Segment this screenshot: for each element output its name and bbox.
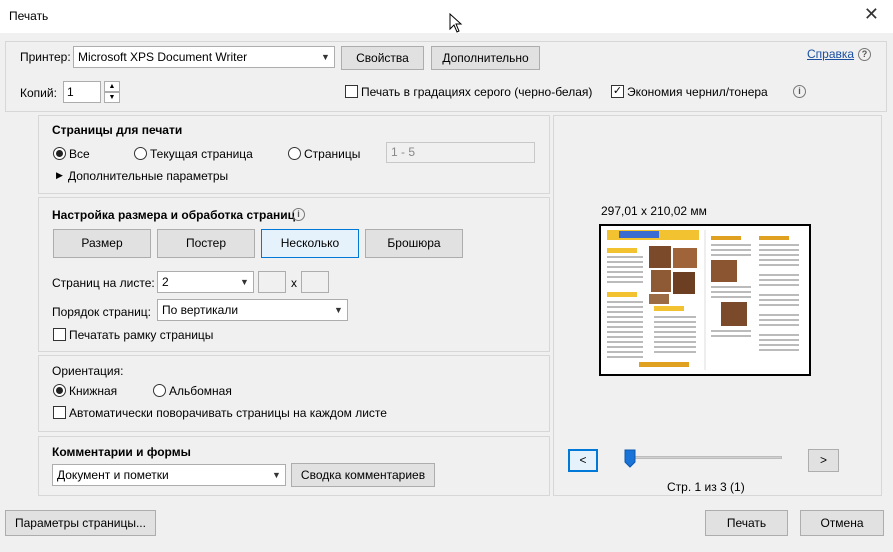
landscape-label: Альбомная <box>169 384 232 398</box>
landscape-radio[interactable] <box>153 384 166 397</box>
mouse-cursor-icon <box>449 13 463 33</box>
pages-range-placeholder: 1 - 5 <box>391 145 416 159</box>
portrait-radio[interactable] <box>53 384 66 397</box>
page-order-select[interactable]: По вертикали ▼ <box>157 299 348 321</box>
auto-rotate-checkbox[interactable] <box>53 406 66 419</box>
chevron-down-icon: ▼ <box>334 305 343 315</box>
cancel-button[interactable]: Отмена <box>800 510 884 536</box>
portrait-label: Книжная <box>69 384 118 398</box>
printer-value: Microsoft XPS Document Writer <box>78 50 248 64</box>
paper-size-label: 297,01 x 210,02 мм <box>601 204 707 218</box>
pages-per-sheet-value: 2 <box>162 275 169 289</box>
comments-summary-button[interactable]: Сводка комментариев <box>291 463 435 487</box>
page-setup-button[interactable]: Параметры страницы... <box>5 510 156 536</box>
auto-rotate-label: Автоматически поворачивать страницы на к… <box>69 406 387 420</box>
page-order-value: По вертикали <box>162 303 239 317</box>
pages-heading: Страницы для печати <box>52 123 183 137</box>
grayscale-checkbox[interactable] <box>345 85 358 98</box>
page-counter: Стр. 1 из 3 (1) <box>667 480 745 494</box>
next-page-button[interactable]: > <box>808 449 839 472</box>
page-slider-thumb[interactable] <box>624 449 636 468</box>
pages-range-input[interactable]: 1 - 5 <box>386 142 535 163</box>
pages-range-label: Страницы <box>304 147 361 161</box>
prev-page-button[interactable]: < <box>568 449 598 472</box>
advanced-button[interactable]: Дополнительно <box>431 46 540 70</box>
tab-multiple[interactable]: Несколько <box>261 229 359 258</box>
copies-value: 1 <box>67 85 74 99</box>
grayscale-label: Печать в градациях серого (черно-белая) <box>361 85 593 99</box>
print-button[interactable]: Печать <box>705 510 788 536</box>
save-ink-checkbox[interactable]: ✓ <box>611 85 624 98</box>
printer-select[interactable]: Microsoft XPS Document Writer ▼ <box>73 46 335 68</box>
comments-select[interactable]: Документ и пометки ▼ <box>52 464 286 486</box>
rows-input[interactable] <box>301 271 329 293</box>
pages-current-radio[interactable] <box>134 147 147 160</box>
help-info-icon[interactable]: ? <box>858 48 871 61</box>
comments-value: Документ и пометки <box>57 468 169 482</box>
pages-all-radio[interactable] <box>53 147 66 160</box>
printer-label: Принтер: <box>20 50 71 64</box>
sizing-heading: Настройка размера и обработка страниц <box>52 208 295 222</box>
pages-all-label: Все <box>69 147 90 161</box>
close-icon[interactable]: ✕ <box>864 4 879 25</box>
tab-poster[interactable]: Постер <box>157 229 255 258</box>
orientation-heading: Ориентация: <box>52 364 124 378</box>
copies-input[interactable]: 1 <box>63 81 101 103</box>
comments-heading: Комментарии и формы <box>52 445 191 459</box>
pages-range-radio[interactable] <box>288 147 301 160</box>
page-slider-track[interactable] <box>625 456 782 459</box>
x-separator: x <box>291 276 297 290</box>
copies-down-button[interactable]: ▼ <box>104 92 120 103</box>
info-icon[interactable]: i <box>793 85 806 98</box>
pages-per-sheet-select[interactable]: 2 ▼ <box>157 271 254 293</box>
pages-current-label: Текущая страница <box>150 147 253 161</box>
help-link[interactable]: Справка <box>807 47 854 61</box>
sizing-info-icon[interactable]: i <box>292 208 305 221</box>
chevron-down-icon: ▼ <box>321 52 330 62</box>
print-border-checkbox[interactable] <box>53 328 66 341</box>
page-order-label: Порядок страниц: <box>52 305 151 319</box>
chevron-down-icon: ▼ <box>272 470 281 480</box>
title-bar: Печать ✕ <box>0 0 893 33</box>
properties-button[interactable]: Свойства <box>341 46 424 70</box>
save-ink-label: Экономия чернил/тонера <box>627 85 768 99</box>
print-border-label: Печатать рамку страницы <box>69 328 214 342</box>
page-preview-image <box>599 224 811 376</box>
columns-input[interactable] <box>258 271 286 293</box>
chevron-down-icon: ▼ <box>240 277 249 287</box>
pages-per-sheet-label: Страниц на листе: <box>52 276 155 290</box>
window-title: Печать <box>9 9 49 23</box>
tab-size[interactable]: Размер <box>53 229 151 258</box>
copies-up-button[interactable]: ▲ <box>104 81 120 92</box>
copies-label: Копий: <box>20 86 57 100</box>
expand-arrow-icon[interactable]: ▶ <box>56 170 63 181</box>
tab-booklet[interactable]: Брошюра <box>365 229 463 258</box>
more-options-link[interactable]: Дополнительные параметры <box>68 169 228 183</box>
